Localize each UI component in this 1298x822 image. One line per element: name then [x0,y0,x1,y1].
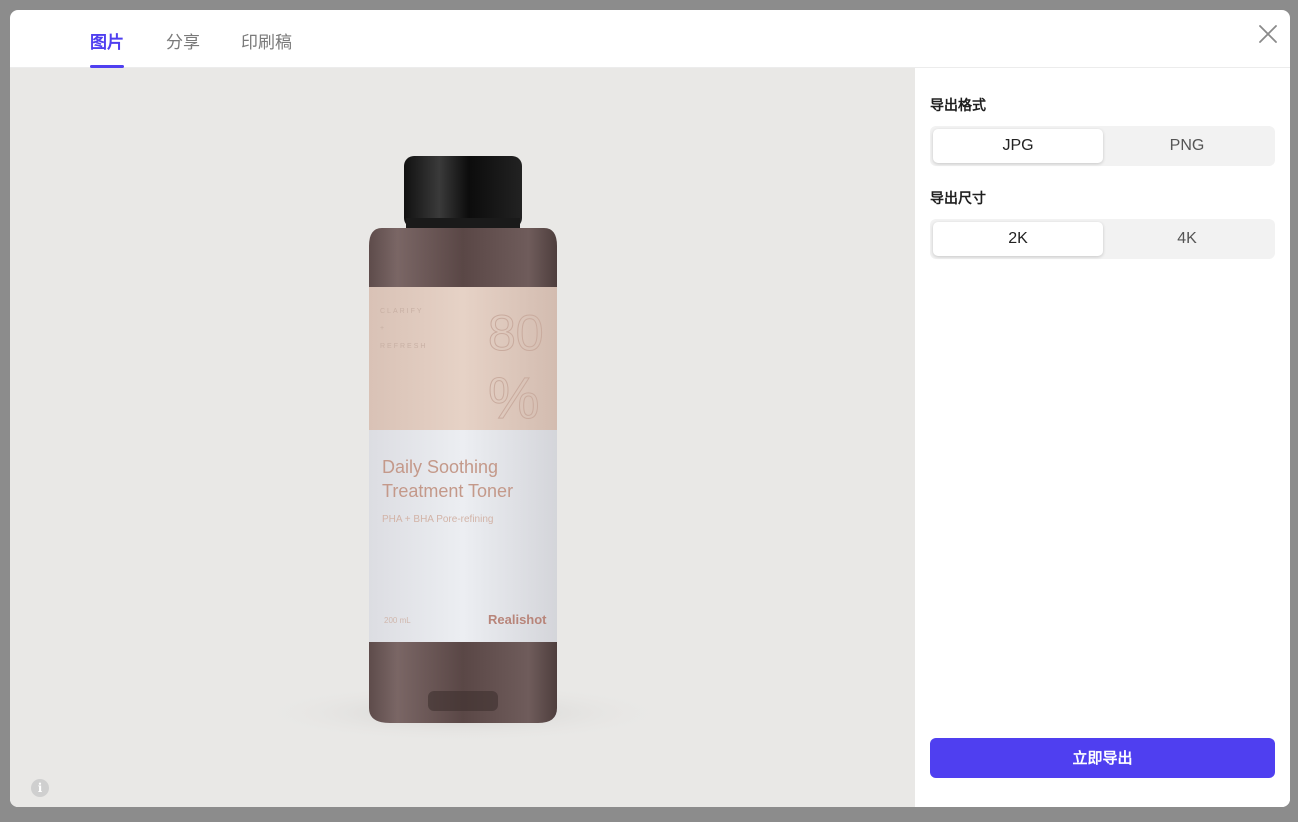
image-preview: CLARIFY + REFRESH 80 % Daily Soothing Tr… [10,68,915,807]
format-option-png[interactable]: PNG [1102,129,1272,163]
label-big-percent: % [488,366,540,431]
info-icon[interactable]: i [31,779,49,797]
label-top-line-1: CLARIFY [380,308,424,315]
label-brand: Realishot [488,612,547,627]
label-big-number: 80 [488,305,544,361]
size-selector: 2K 4K [930,219,1275,259]
tab-print[interactable]: 印刷稿 [241,28,292,68]
export-settings-panel: 导出格式 JPG PNG 导出尺寸 2K 4K 立即导出 [915,68,1290,807]
format-selector: JPG PNG [930,126,1275,166]
label-subtitle: PHA + BHA Pore-refining [382,514,493,525]
format-label: 导出格式 [930,98,986,114]
label-top-line-2: + [380,325,386,332]
close-icon[interactable] [1256,22,1280,46]
size-option-4k[interactable]: 4K [1102,222,1272,256]
size-label: 导出尺寸 [930,191,986,207]
bottle-cap [404,156,522,228]
export-now-button[interactable]: 立即导出 [930,738,1275,778]
tab-bar: 图片 分享 印刷稿 [10,10,1290,68]
format-option-jpg[interactable]: JPG [933,129,1103,163]
label-title-line-1: Daily Soothing [382,457,498,477]
tab-share[interactable]: 分享 [166,28,200,68]
label-volume: 200 mL [384,616,411,625]
tab-image[interactable]: 图片 [90,28,124,68]
product-image: CLARIFY + REFRESH 80 % Daily Soothing Tr… [253,156,673,743]
size-option-2k[interactable]: 2K [933,222,1103,256]
export-dialog: 图片 分享 印刷稿 CLARIFY + REFRESH 80 % Daily S… [10,10,1290,807]
label-title-line-2: Treatment Toner [382,481,513,501]
label-top-line-3: REFRESH [380,343,427,350]
